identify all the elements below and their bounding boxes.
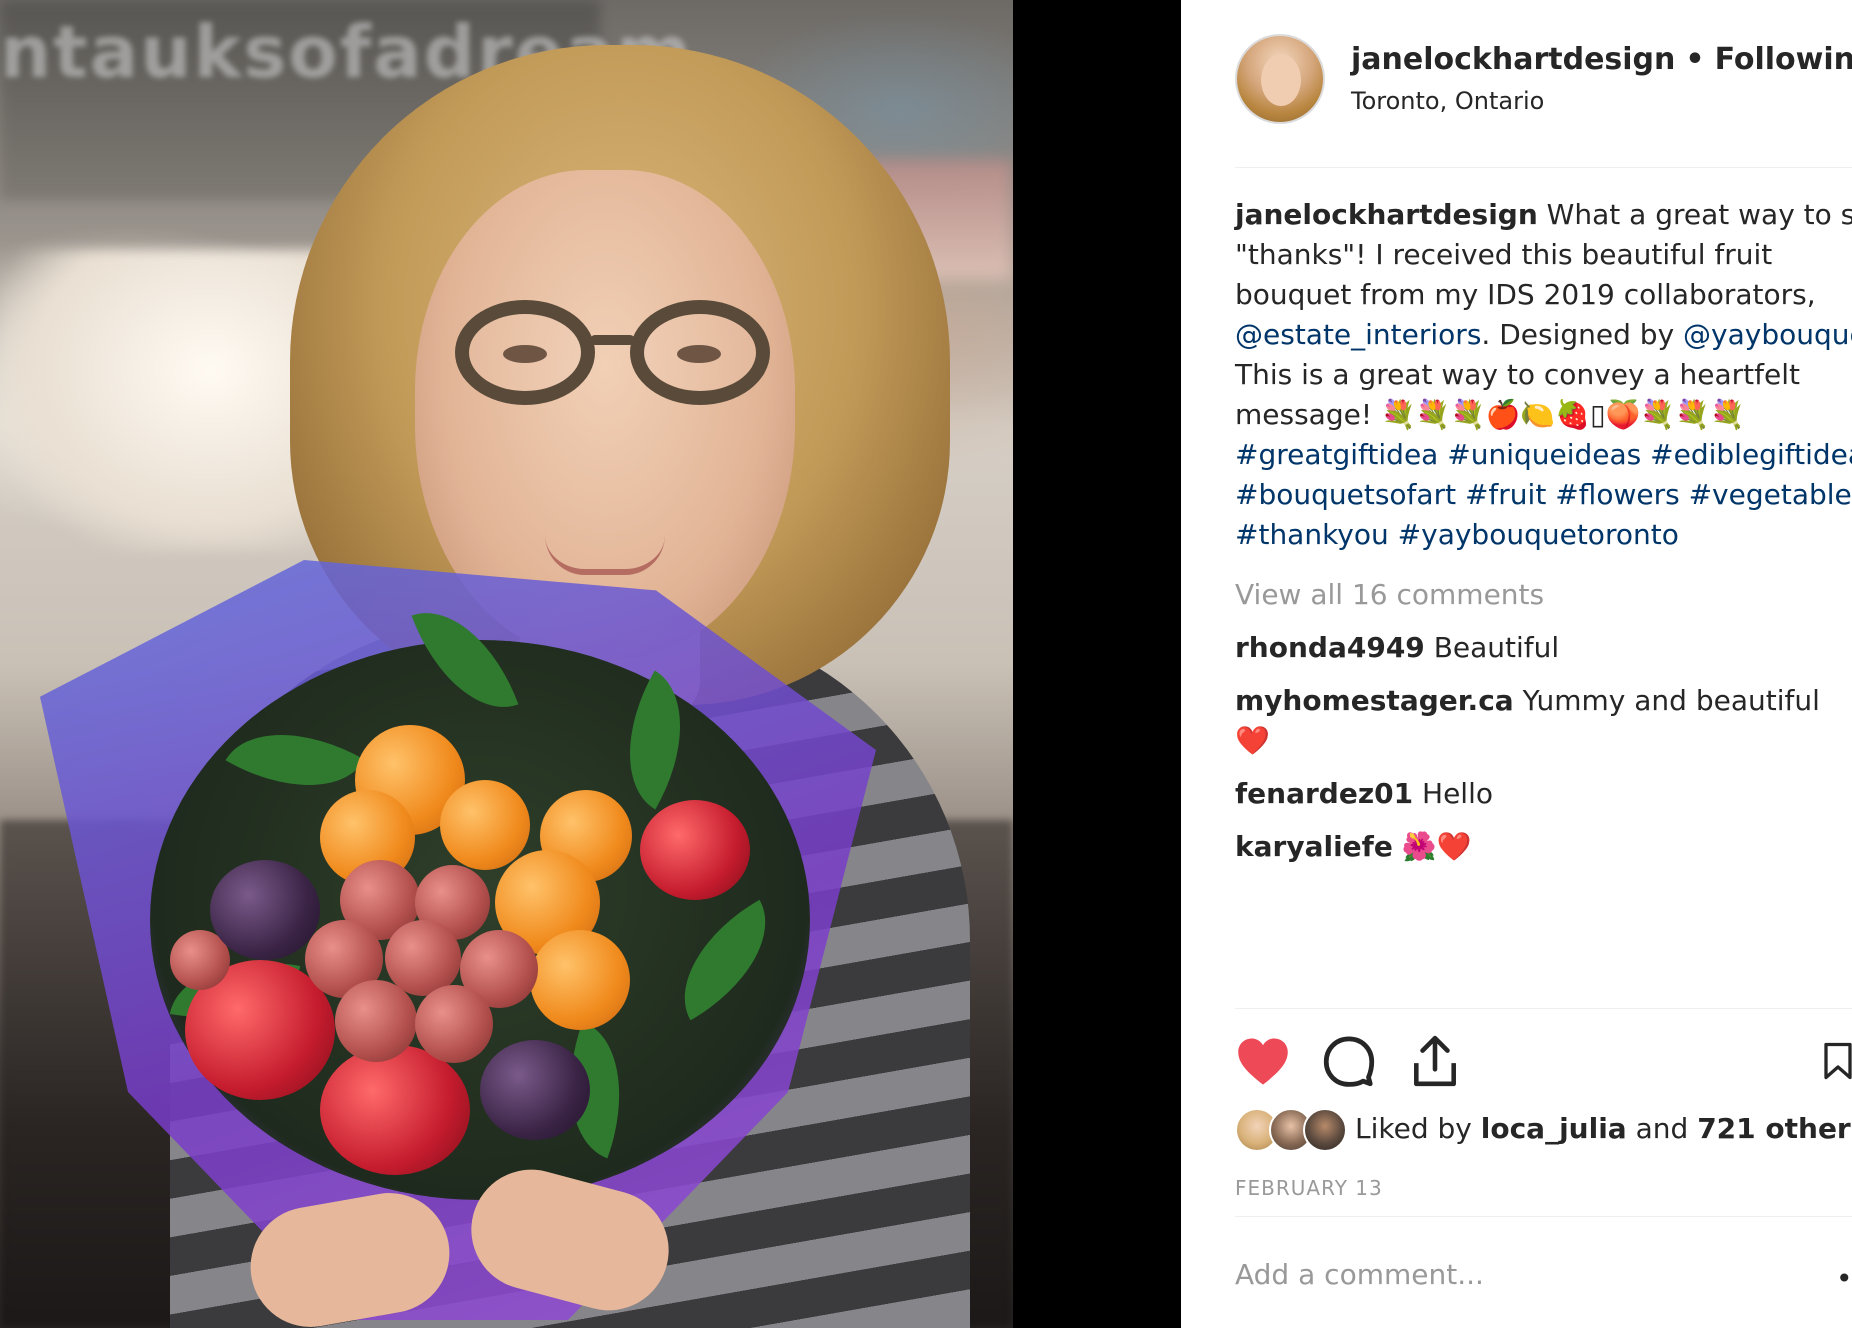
likes-others-link[interactable]: 721 others (1697, 1112, 1852, 1145)
comments-section: janelockhartdesign What a great way to s… (1235, 195, 1852, 867)
comment-item: fenardez01 Hello (1235, 774, 1852, 814)
comment-username[interactable]: karyaliefe (1235, 830, 1393, 863)
liker-username[interactable]: loca_julia (1481, 1112, 1627, 1145)
post-header: janelockhartdesign • Following Toronto, On… (1235, 34, 1852, 168)
comment-item: myhomestager.ca Yummy and beautiful ❤️ (1235, 681, 1852, 761)
action-bar (1235, 1033, 1852, 1093)
caption-text-2: "thanks"! I received this beautiful frui… (1235, 238, 1773, 271)
hashtag-ediblegiftideas[interactable]: #ediblegiftideas (1650, 438, 1852, 471)
photo-person-glasses (455, 300, 775, 410)
hashtag-fruit[interactable]: #fruit (1465, 478, 1546, 511)
actions-divider (1235, 1008, 1852, 1009)
liker-avatar[interactable] (1303, 1108, 1347, 1152)
comment-username[interactable]: rhonda4949 (1235, 631, 1425, 664)
caption-text-3: bouquet from my IDS 2019 collaborators, (1235, 278, 1816, 311)
heart-icon (1238, 1038, 1288, 1085)
hashtag-uniqueideas[interactable]: #uniqueideas (1447, 438, 1641, 471)
liker-avatars (1235, 1108, 1355, 1154)
share-button[interactable] (1407, 1033, 1463, 1089)
caption-username[interactable]: janelockhartdesign (1235, 198, 1538, 231)
view-all-comments-link[interactable]: View all 16 comments (1235, 575, 1852, 615)
likes-mid: and (1626, 1112, 1698, 1145)
add-comment-input[interactable]: Add a comment... (1235, 1258, 1484, 1291)
author-username[interactable]: janelockhartdesign (1351, 42, 1675, 77)
caption-mention-estate-interiors[interactable]: @estate_interiors (1235, 318, 1481, 351)
caption-text-4: . Designed by (1481, 318, 1684, 351)
comment-item: karyaliefe 🌺❤️ (1235, 827, 1852, 867)
author-avatar[interactable] (1235, 34, 1325, 124)
hashtag-thankyou[interactable]: #thankyou (1235, 518, 1389, 551)
following-button[interactable]: Following (1715, 42, 1852, 77)
share-icon (1414, 1035, 1456, 1087)
comment-icon (1323, 1036, 1375, 1087)
comment-item: rhonda4949 Beautiful (1235, 628, 1852, 668)
comment-text: Hello (1422, 777, 1493, 810)
post-modal: ntauksofadream janelockhartdesign • Foll… (0, 0, 1852, 1328)
post-header-user: janelockhartdesign • Following (1351, 42, 1852, 77)
comment-text: Beautiful (1433, 631, 1560, 664)
comment-text: 🌺❤️ (1401, 830, 1472, 863)
hashtag-greatgiftidea[interactable]: #greatgiftidea (1235, 438, 1438, 471)
bookmark-icon (1824, 1042, 1852, 1080)
save-button[interactable] (1823, 1033, 1852, 1089)
likes-text: Liked by loca_julia and 721 others (1355, 1112, 1852, 1145)
header-divider (1235, 167, 1852, 168)
post-location[interactable]: Toronto, Ontario (1351, 87, 1544, 115)
hashtag-yaybouquetoronto[interactable]: #yaybouquetoronto (1398, 518, 1679, 551)
caption-text-1: What a great way to say (1546, 198, 1852, 231)
hashtag-vegetables[interactable]: #vegetables (1689, 478, 1852, 511)
comment-username[interactable]: fenardez01 (1235, 777, 1413, 810)
comment-username[interactable]: myhomestager.ca (1235, 684, 1514, 717)
caption-text-5: This is a great way to convey a heartfel… (1235, 358, 1800, 391)
comment-text-emoji: ❤️ (1235, 724, 1270, 757)
comment-box-divider (1235, 1216, 1852, 1217)
caption-text-6: message! (1235, 398, 1373, 431)
hashtag-flowers[interactable]: #flowers (1555, 478, 1679, 511)
more-options-icon[interactable]: • (1836, 1262, 1852, 1295)
post-caption: janelockhartdesign What a great way to s… (1235, 195, 1852, 555)
like-button[interactable] (1235, 1033, 1291, 1089)
caption-emoji: 💐💐💐🍎🍋🍓▯🍑💐💐💐 (1380, 398, 1746, 431)
post-photo[interactable]: ntauksofadream (0, 0, 1013, 1328)
likes-summary: Liked by loca_julia and 721 others (1235, 1108, 1852, 1154)
header-separator: • (1685, 42, 1705, 77)
likes-prefix: Liked by (1355, 1112, 1481, 1145)
caption-mention-yaybouquet[interactable]: @yaybouque (1683, 318, 1852, 351)
comment-text: Yummy and beautiful (1522, 684, 1820, 717)
hashtag-bouquetsofart[interactable]: #bouquetsofart (1235, 478, 1456, 511)
comment-button[interactable] (1321, 1033, 1377, 1089)
post-sidebar: janelockhartdesign • Following Toronto, On… (1181, 0, 1852, 1328)
post-date[interactable]: FEBRUARY 13 (1235, 1176, 1383, 1200)
